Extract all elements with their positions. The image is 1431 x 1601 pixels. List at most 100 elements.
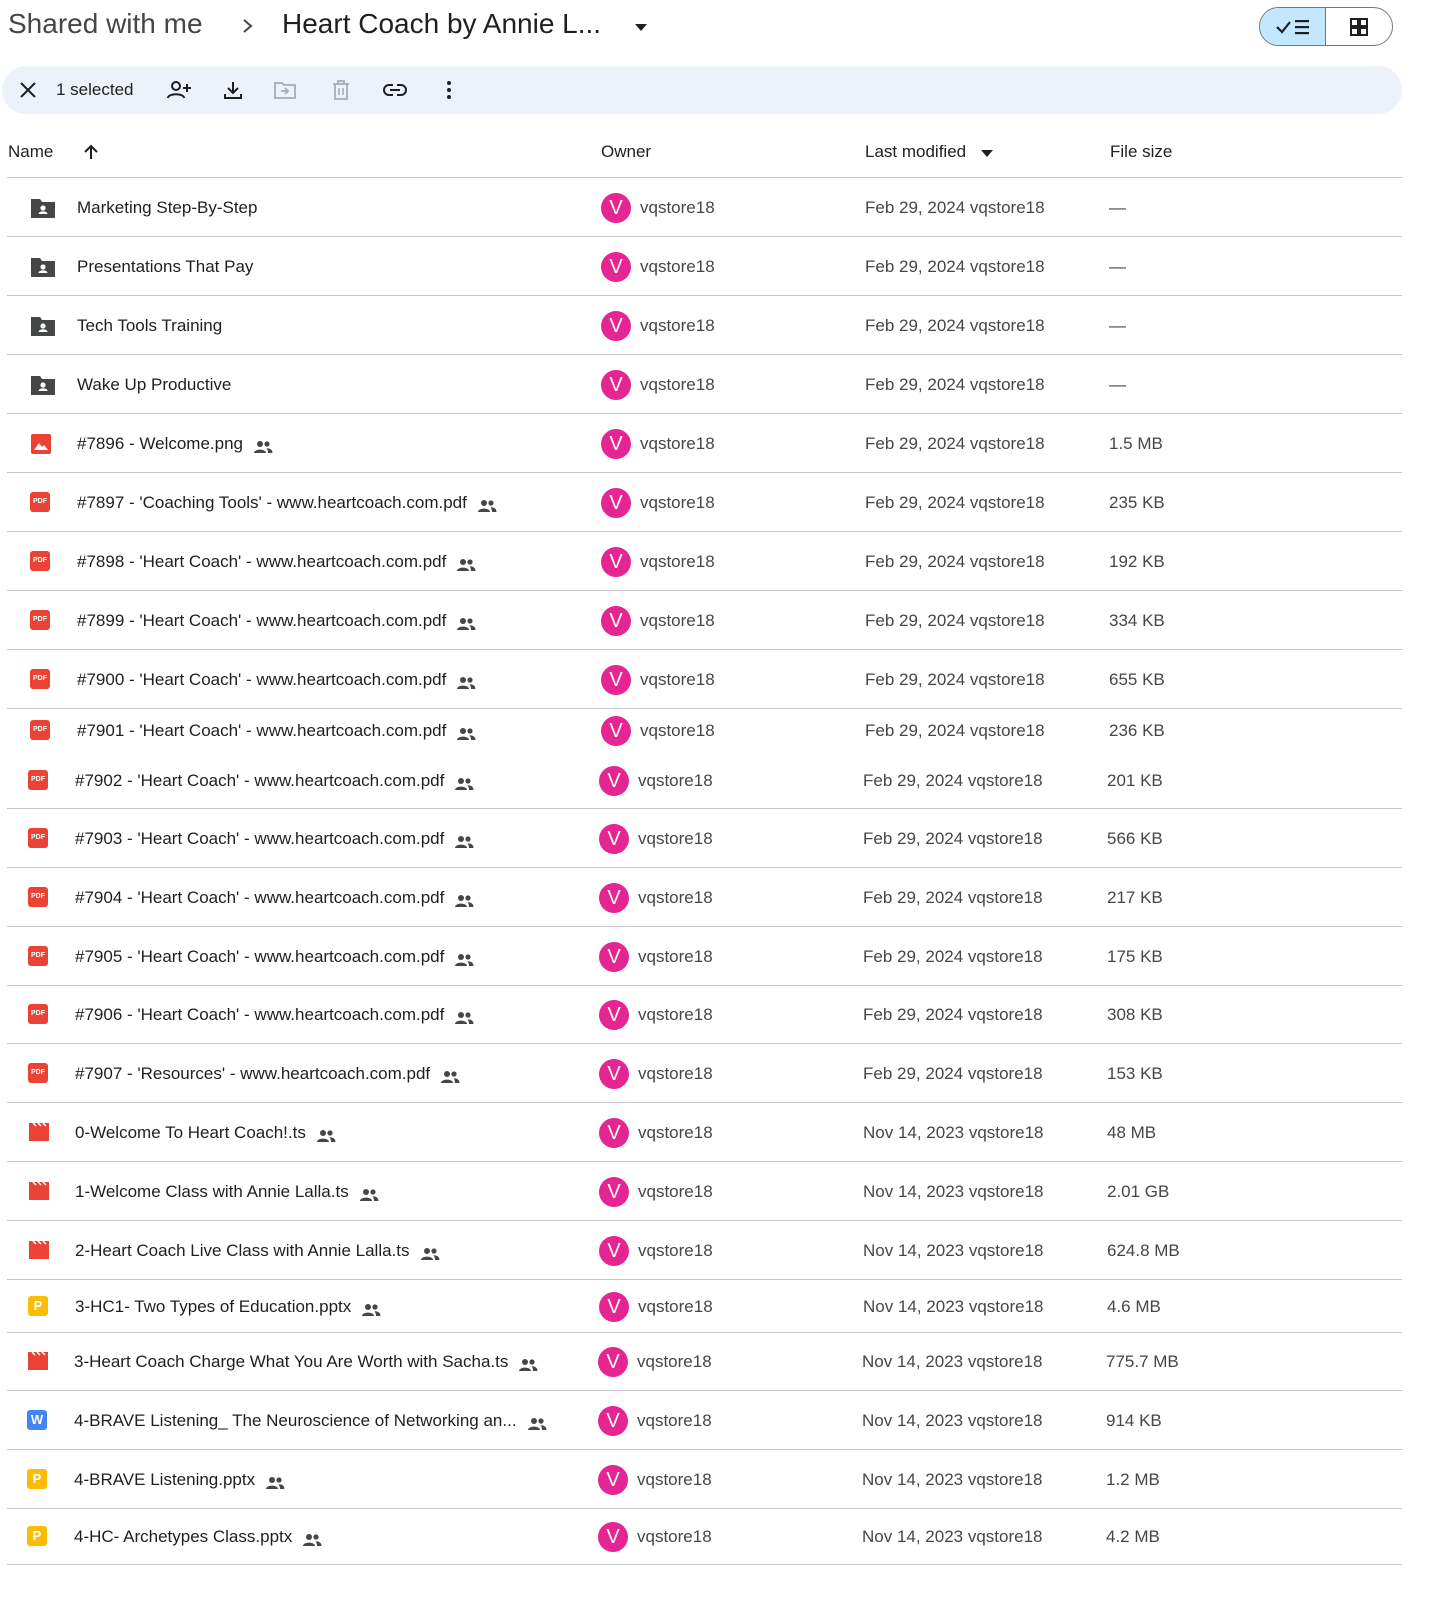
column-owner[interactable]: Owner (601, 140, 651, 164)
list-view-button[interactable] (1260, 8, 1326, 45)
file-row[interactable]: Presentations That Pay Vvqstore18 Feb 29, … (7, 237, 1402, 296)
move-button[interactable] (270, 66, 300, 114)
file-name[interactable]: 2-Heart Coach Live Class with Annie Lall… (75, 1239, 440, 1263)
file-row[interactable]: PDF #7904 - 'Heart Coach' - www.heartcoac… (7, 868, 1402, 927)
column-last-modified[interactable]: Last modified (865, 140, 966, 164)
avatar[interactable]: V (599, 824, 629, 854)
file-name[interactable]: #7897 - 'Coaching Tools' - www.heartcoac… (77, 491, 497, 515)
file-name[interactable]: Tech Tools Training (77, 314, 222, 338)
avatar[interactable]: V (599, 1177, 629, 1207)
avatar[interactable]: V (601, 716, 631, 746)
file-name[interactable]: 3-HC1- Two Types of Education.pptx (75, 1295, 381, 1319)
file-row[interactable]: Tech Tools Training Vvqstore18 Feb 29, 202… (7, 296, 1402, 355)
avatar[interactable]: V (599, 1236, 629, 1266)
file-name[interactable]: #7907 - 'Resources' - www.heartcoach.com… (75, 1062, 460, 1086)
avatar[interactable]: V (601, 311, 631, 341)
file-name[interactable]: 1-Welcome Class with Annie Lalla.ts (75, 1180, 379, 1204)
file-row[interactable]: PDF #7899 - 'Heart Coach' - www.heartcoac… (7, 591, 1402, 650)
avatar[interactable]: V (598, 1406, 628, 1436)
file-name[interactable]: 3-Heart Coach Charge What You Are Worth … (74, 1350, 538, 1374)
file-row[interactable]: PDF #7903 - 'Heart Coach' - www.heartcoac… (7, 809, 1402, 868)
arrow-up-icon[interactable] (82, 143, 100, 161)
avatar[interactable]: V (599, 883, 629, 913)
file-name[interactable]: #7896 - Welcome.png (77, 432, 273, 456)
shared-people-icon (454, 950, 474, 966)
file-row[interactable]: PDF #7900 - 'Heart Coach' - www.heartcoac… (7, 650, 1402, 709)
file-name[interactable]: 4-BRAVE Listening_ The Neuroscience of N… (74, 1409, 547, 1433)
file-size: 48 MB (1107, 1123, 1157, 1142)
file-row[interactable]: P 4-BRAVE Listening.pptx Vvqstore18 Nov 14,… (7, 1450, 1402, 1509)
owner-name: vqstore18 (640, 670, 715, 689)
avatar[interactable]: V (601, 429, 631, 459)
avatar[interactable]: V (601, 606, 631, 636)
file-name[interactable]: Presentations That Pay (77, 255, 253, 279)
file-row[interactable]: PDF #7905 - 'Heart Coach' - www.heartcoac… (7, 927, 1402, 986)
person-add-icon (167, 81, 191, 99)
file-row[interactable]: W 4-BRAVE Listening_ The Neuroscience of … (7, 1391, 1402, 1450)
file-row[interactable]: PDF #7897 - 'Coaching Tools' - www.heartc… (7, 473, 1402, 532)
download-button[interactable] (218, 66, 248, 114)
owner-name: vqstore18 (640, 493, 715, 512)
file-name-text: 1-Welcome Class with Annie Lalla.ts (75, 1182, 349, 1201)
caret-down-icon[interactable] (632, 18, 650, 36)
avatar[interactable]: V (599, 766, 629, 796)
avatar[interactable]: V (598, 1465, 628, 1495)
file-name[interactable]: #7900 - 'Heart Coach' - www.heartcoach.c… (77, 668, 476, 692)
avatar[interactable]: V (599, 1059, 629, 1089)
file-name[interactable]: 0-Welcome To Heart Coach!.ts (75, 1121, 336, 1145)
avatar[interactable]: V (601, 370, 631, 400)
file-name[interactable]: #7901 - 'Heart Coach' - www.heartcoach.c… (77, 719, 476, 743)
avatar[interactable]: V (601, 665, 631, 695)
file-name[interactable]: #7904 - 'Heart Coach' - www.heartcoach.c… (75, 886, 474, 910)
view-toggle (1259, 7, 1393, 46)
file-name[interactable]: #7902 - 'Heart Coach' - www.heartcoach.c… (75, 769, 474, 793)
file-row[interactable]: PDF #7907 - 'Resources' - www.heartcoach.… (7, 1044, 1402, 1103)
file-row[interactable]: PDF #7898 - 'Heart Coach' - www.heartcoac… (7, 532, 1402, 591)
avatar[interactable]: V (601, 488, 631, 518)
avatar[interactable]: V (599, 942, 629, 972)
column-name[interactable]: Name (8, 140, 53, 164)
file-row[interactable]: Wake Up Productive Vvqstore18 Feb 29, 2024… (7, 355, 1402, 414)
file-name[interactable]: #7899 - 'Heart Coach' - www.heartcoach.c… (77, 609, 476, 633)
avatar[interactable]: V (601, 547, 631, 577)
avatar[interactable]: V (599, 1118, 629, 1148)
file-row[interactable]: Marketing Step-By-Step Vvqstore18 Feb 29, … (7, 178, 1402, 237)
trash-button[interactable] (326, 66, 356, 114)
file-row[interactable]: P 3-HC1- Two Types of Education.pptx Vvqst… (7, 1280, 1402, 1333)
grid-view-button[interactable] (1326, 8, 1392, 45)
avatar[interactable]: V (601, 252, 631, 282)
avatar[interactable]: V (598, 1347, 628, 1377)
owner-name: vqstore18 (637, 1470, 712, 1489)
clear-selection-button[interactable] (14, 66, 42, 114)
file-row[interactable]: 1-Welcome Class with Annie Lalla.ts Vvqst… (7, 1162, 1402, 1221)
file-row[interactable]: #7896 - Welcome.png Vvqstore18 Feb 29, 202… (7, 414, 1402, 473)
file-row[interactable]: 0-Welcome To Heart Coach!.ts Vvqstore18 No… (7, 1103, 1402, 1162)
column-file-size[interactable]: File size (1110, 140, 1172, 164)
file-name[interactable]: 4-HC- Archetypes Class.pptx (74, 1525, 322, 1549)
file-name[interactable]: Marketing Step-By-Step (77, 196, 257, 220)
breadcrumb-root[interactable]: Shared with me (8, 8, 203, 40)
file-row[interactable]: 3-Heart Coach Charge What You Are Worth … (7, 1333, 1402, 1391)
file-name[interactable]: #7903 - 'Heart Coach' - www.heartcoach.c… (75, 827, 474, 851)
avatar[interactable]: V (599, 1292, 629, 1322)
file-row[interactable]: PDF #7901 - 'Heart Coach' - www.heartcoac… (7, 709, 1402, 752)
avatar[interactable]: V (601, 193, 631, 223)
file-name[interactable]: #7898 - 'Heart Coach' - www.heartcoach.c… (77, 550, 476, 574)
file-name[interactable]: #7906 - 'Heart Coach' - www.heartcoach.c… (75, 1003, 474, 1027)
copy-link-button[interactable] (380, 66, 410, 114)
file-name[interactable]: 4-BRAVE Listening.pptx (74, 1468, 285, 1492)
avatar[interactable]: V (598, 1522, 628, 1552)
breadcrumb-current[interactable]: Heart Coach by Annie L... (282, 8, 601, 40)
file-name-text: #7898 - 'Heart Coach' - www.heartcoach.c… (77, 552, 447, 571)
more-actions-button[interactable] (434, 66, 464, 114)
file-name[interactable]: #7905 - 'Heart Coach' - www.heartcoach.c… (75, 945, 474, 969)
file-row[interactable]: PDF #7902 - 'Heart Coach' - www.heartcoac… (7, 752, 1402, 809)
file-row[interactable]: PDF #7906 - 'Heart Coach' - www.heartcoac… (7, 986, 1402, 1044)
file-row[interactable]: P 4-HC- Archetypes Class.pptx Vvqstore18 No… (7, 1509, 1402, 1565)
share-button[interactable] (164, 66, 194, 114)
file-name[interactable]: Wake Up Productive (77, 373, 231, 397)
caret-down-icon[interactable] (980, 148, 994, 158)
avatar[interactable]: V (599, 1000, 629, 1030)
file-name-text: Presentations That Pay (77, 257, 254, 276)
file-row[interactable]: 2-Heart Coach Live Class with Annie Lall… (7, 1221, 1402, 1280)
